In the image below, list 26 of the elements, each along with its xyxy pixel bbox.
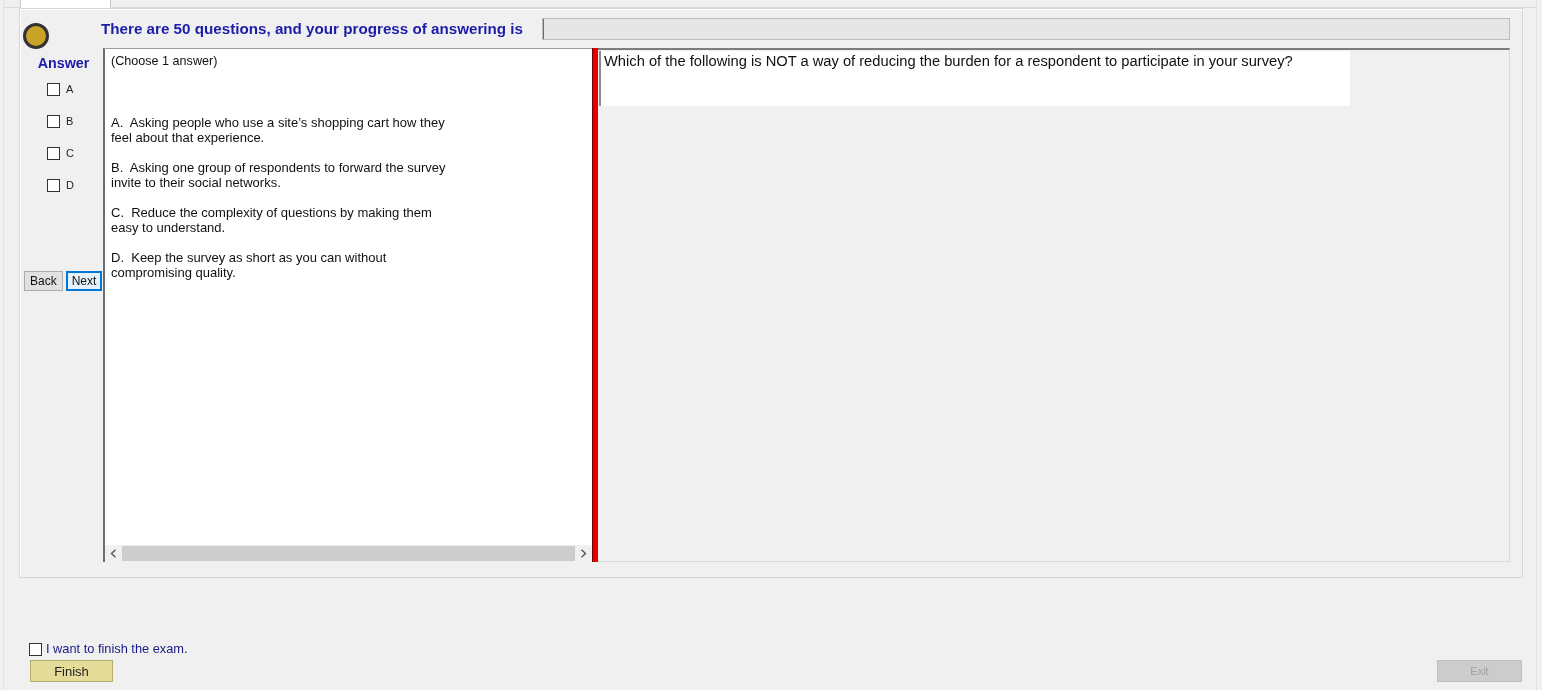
scrollbar-thumb[interactable] [122, 546, 575, 561]
option-text: C. Reduce the complexity of questions by making them easy to understand. [111, 205, 433, 235]
back-button[interactable]: Back [24, 271, 63, 291]
chevron-left-icon[interactable] [110, 549, 117, 558]
circle-icon [23, 23, 49, 49]
next-button[interactable]: Next [65, 271, 103, 291]
progress-title: There are 50 questions, and your progress of answering is [101, 19, 523, 39]
finish-button[interactable]: Finish [30, 660, 113, 682]
option-text: B. Asking one group of respondents to forward the survey invite to their social networks. [111, 160, 447, 190]
finish-checkbox-label: I want to finish the exam. [46, 642, 188, 656]
answer-label: A [66, 83, 74, 96]
finish-checkbox[interactable] [29, 642, 42, 656]
answer-checkbox[interactable] [47, 115, 60, 128]
answer-checkbox[interactable] [47, 179, 60, 192]
question-text-box: Which of the following is NOT a way of reducing the burden for a respondent to participate in your survey? [599, 51, 1350, 106]
answer-checkbox[interactable] [47, 83, 60, 96]
horizontal-scrollbar[interactable] [105, 545, 592, 562]
answer-checkbox[interactable] [47, 147, 60, 160]
option-text: A. Asking people who use a site’s shopping cart how they feel about that experience. [111, 115, 446, 145]
answer-label: C [66, 147, 74, 160]
option-text: D. Keep the survey as short as you can without compromising quality. [111, 250, 388, 280]
chevron-right-icon[interactable] [580, 549, 587, 558]
answer-heading: Answer [37, 55, 90, 72]
answer-label: B [66, 115, 74, 128]
instruction-text: (Choose 1 answer) [111, 54, 219, 68]
answer-label: D [66, 179, 74, 192]
